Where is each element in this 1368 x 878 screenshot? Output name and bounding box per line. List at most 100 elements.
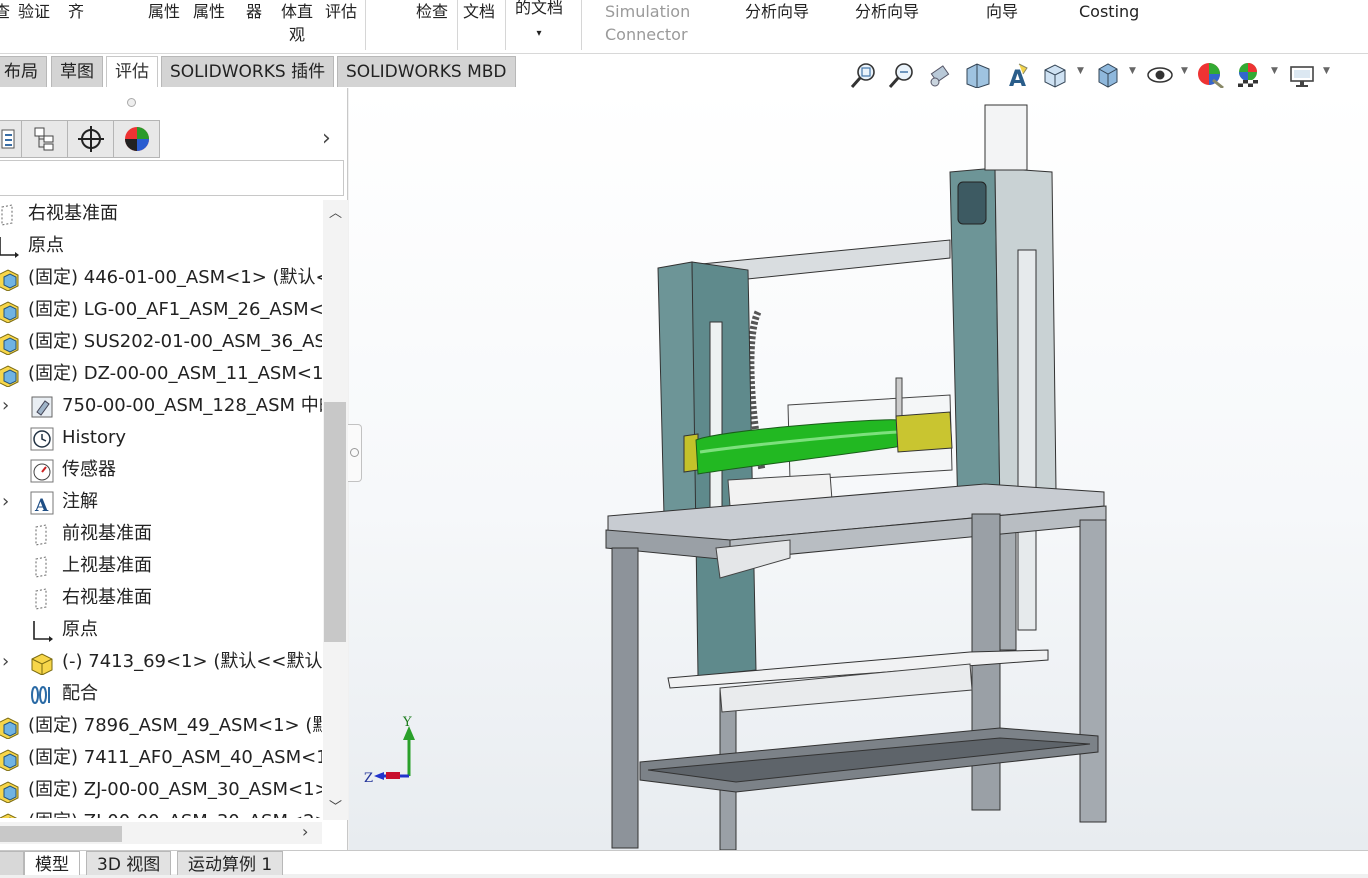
chevron-down-icon[interactable]: ▼ [1077,66,1084,76]
edit-appearance-icon[interactable] [1195,60,1225,90]
tree-item[interactable]: 上视基准面 [0,550,322,582]
tree-item[interactable]: 原点 [0,230,322,262]
ribbon-button-evaluate[interactable]: 评估 [325,0,357,23]
triad-x-axis [386,772,400,779]
tree-item[interactable]: (固定) SUS202-01-00_ASM_36_ASM [0,326,322,358]
tree-item[interactable]: (固定) ZJ-00-00_ASM_30_ASM<2> [0,806,322,818]
panel-grip[interactable] [127,98,136,107]
tree-item[interactable]: (固定) 7411_AF0_ASM_40_ASM<1> [0,742,322,774]
ribbon-button-check[interactable]: 检查 [416,0,448,23]
tree-item[interactable]: › 750-00-00_ASM_128_ASM 中的 [0,390,322,422]
tree-item[interactable]: 前视基准面 [0,518,322,550]
mates-folder-icon [30,395,54,419]
tree-item-label: 原点 [62,619,98,640]
tree-item[interactable]: › A 注解 [0,486,322,518]
table-leg [1079,519,1107,823]
zoom-area-icon[interactable] [887,60,917,90]
ribbon-button-align[interactable]: 齐 [68,0,84,23]
hide-show-icon[interactable] [1145,60,1175,90]
tab-evaluate[interactable]: 评估 [106,56,158,87]
roller-drive-block [895,411,953,453]
chevron-down-icon[interactable]: ▼ [1271,66,1278,76]
previous-view-icon[interactable] [927,60,957,90]
assembly-icon [0,747,20,772]
chevron-left-icon[interactable] [0,851,24,875]
ribbon-button-document[interactable]: 文档 [463,0,495,23]
ribbon-button-wizard[interactable]: 向导 [986,0,1018,23]
tab-model[interactable]: 模型 [24,851,80,875]
horizontal-scrollbar[interactable]: › [0,822,322,844]
expand-arrow-icon[interactable]: › [2,646,9,678]
tree-item-label: 配合 [62,683,98,704]
ribbon-button-device[interactable]: 器 [246,0,262,23]
tree-item[interactable]: History [0,422,322,454]
tree-item[interactable]: 右视基准面 [0,582,322,614]
tab-solidworks-addins[interactable]: SOLIDWORKS 插件 [161,56,335,87]
ribbon-button-documents[interactable]: 的文档 ▾ [515,0,563,45]
tree-item[interactable]: (固定) DZ-00-00_ASM_11_ASM<1> [0,358,322,390]
assembly-icon [0,299,20,324]
tree-item[interactable]: 原点 [0,614,322,646]
chevron-down-icon: ▾ [536,28,542,39]
display-manager-icon[interactable] [113,120,160,158]
table-leg [611,547,639,849]
tree-item[interactable]: 配合 [0,678,322,710]
zoom-to-fit-icon[interactable] [849,60,879,90]
tree-item[interactable]: (固定) 7896_ASM_49_ASM<1> (默认 [0,710,322,742]
property-manager-icon[interactable] [21,120,68,158]
ribbon-button-verify[interactable]: 验证 [18,0,50,23]
chevron-up-icon[interactable]: ︿ [329,202,342,221]
tree-item-label: 750-00-00_ASM_128_ASM 中的 [62,395,322,416]
tree-item-label: History [62,427,127,448]
tab-3d-view[interactable]: 3D 视图 [86,851,172,875]
vertical-scrollbar[interactable]: ︿ ﹀ [323,200,348,820]
expand-arrow-icon[interactable]: › [2,486,9,518]
chevron-down-icon[interactable]: ▼ [1323,66,1330,76]
tab-motion-study[interactable]: 运动算例 1 [177,851,284,875]
view-settings-icon[interactable] [1287,60,1317,90]
dimxpert-icon[interactable] [67,120,114,158]
section-view-icon[interactable] [963,60,993,90]
column-window [957,181,987,225]
ribbon-button-analysis-wizard-1[interactable]: 分析向导 [745,0,809,23]
ribbon-button-properties-1[interactable]: 属性 [148,0,180,23]
scrollbar-thumb[interactable] [0,826,122,842]
ribbon-button-analysis-wizard-2[interactable]: 分析向导 [855,0,919,23]
chevron-down-icon[interactable]: ▼ [1129,66,1136,76]
assembly-model[interactable]: Y Z [349,88,1368,850]
chevron-down-icon[interactable]: ▼ [1181,66,1188,76]
ribbon-button-intuitive[interactable]: 体直观 [281,0,313,46]
panel-splitter[interactable] [348,424,362,482]
graphics-area[interactable]: Y Z [349,88,1368,850]
tree-item[interactable]: › (-) 7413_69<1> (默认<<默认>_ [0,646,322,678]
tab-sketch[interactable]: 草图 [51,56,103,87]
tree-item-label: (固定) 446-01-00_ASM<1> (默认<显 [28,267,322,288]
feature-tree-icon[interactable] [0,120,22,158]
dynamic-annotation-icon[interactable]: A [1001,60,1031,92]
feature-manager-panel: › 右视基准面 原点 (固定) 446-01-00_ASM<1> (默认<显 (固定)… [0,88,348,850]
assembly-icon [0,715,20,740]
view-orientation-icon[interactable] [1039,60,1069,90]
scrollbar-thumb[interactable] [324,402,346,642]
display-style-icon[interactable] [1093,60,1123,90]
chevron-down-icon[interactable]: ﹀ [329,796,342,815]
chevron-right-icon[interactable]: › [302,822,308,841]
expand-arrow-icon[interactable]: › [2,390,9,422]
ribbon-button-costing[interactable]: Costing [1079,0,1139,23]
tree-item[interactable]: (固定) LG-00_AF1_ASM_26_ASM<1 [0,294,322,326]
chevron-right-icon[interactable]: › [322,126,331,151]
tree-item[interactable]: 传感器 [0,454,322,486]
ribbon-button-properties-2[interactable]: 属性 [193,0,225,23]
tree-item[interactable]: (固定) 446-01-00_ASM<1> (默认<显 [0,262,322,294]
column-top-motor [984,104,1028,171]
tab-layout[interactable]: 布局 [0,56,47,87]
tree-item[interactable]: 右视基准面 [0,198,322,230]
feature-filter-input[interactable] [0,160,344,196]
ribbon-button-0[interactable]: 查 [0,0,10,23]
ribbon-separator [457,0,458,50]
ribbon-separator [365,0,366,50]
tree-item-label: (固定) ZJ-00-00_ASM_30_ASM<2> [28,806,322,818]
apply-scene-icon[interactable] [1233,60,1263,90]
tree-item[interactable]: (固定) ZJ-00-00_ASM_30_ASM<1> [0,774,322,806]
tree-item-label: (固定) LG-00_AF1_ASM_26_ASM<1 [28,299,322,320]
